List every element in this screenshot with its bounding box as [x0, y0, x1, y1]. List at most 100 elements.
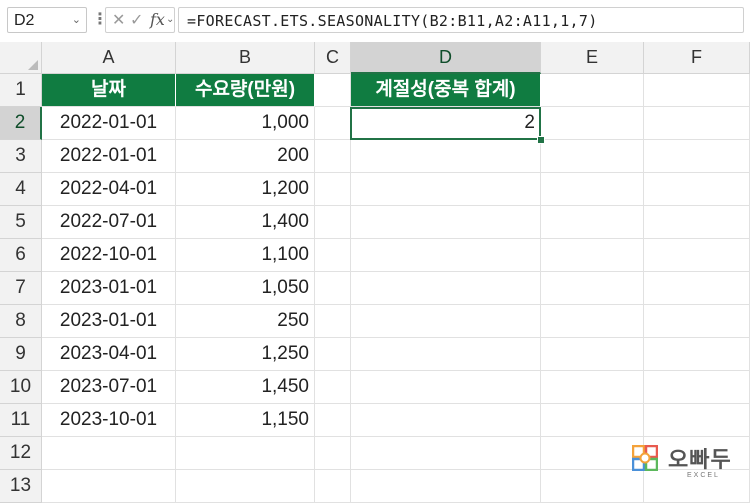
demand-cell[interactable]: 1,200	[176, 173, 315, 206]
row-header-13[interactable]: 13	[0, 470, 42, 503]
cell[interactable]	[541, 173, 644, 206]
cell[interactable]	[541, 206, 644, 239]
cell[interactable]	[315, 470, 351, 503]
cell[interactable]	[541, 140, 644, 173]
column-header-f[interactable]: F	[644, 42, 750, 74]
row-header-7[interactable]: 7	[0, 272, 42, 305]
cell[interactable]	[351, 371, 541, 404]
cell[interactable]	[541, 404, 644, 437]
demand-cell[interactable]: 1,450	[176, 371, 315, 404]
cell[interactable]	[351, 305, 541, 338]
row-header-10[interactable]: 10	[0, 371, 42, 404]
cell[interactable]	[541, 272, 644, 305]
cell[interactable]	[644, 305, 750, 338]
cell[interactable]	[351, 173, 541, 206]
cell[interactable]	[351, 338, 541, 371]
row-header-5[interactable]: 5	[0, 206, 42, 239]
cell[interactable]	[351, 437, 541, 470]
header-cell-seasonality[interactable]: 계절성(중복 합계)	[351, 74, 541, 107]
date-cell[interactable]: 2023-04-01	[42, 338, 176, 371]
row-header-12[interactable]: 12	[0, 437, 42, 470]
cell[interactable]	[644, 239, 750, 272]
result-cell[interactable]: 2	[351, 107, 541, 140]
cell[interactable]	[644, 404, 750, 437]
date-cell[interactable]: 2022-04-01	[42, 173, 176, 206]
cell[interactable]	[541, 470, 644, 503]
date-cell[interactable]: 2022-07-01	[42, 206, 176, 239]
select-all-corner[interactable]	[0, 42, 42, 74]
cell[interactable]	[315, 305, 351, 338]
date-cell[interactable]: 2023-10-01	[42, 404, 176, 437]
column-header-d[interactable]: D	[351, 42, 541, 74]
row-header-9[interactable]: 9	[0, 338, 42, 371]
fill-handle[interactable]	[537, 136, 545, 144]
row-header-11[interactable]: 11	[0, 404, 42, 437]
cell[interactable]	[315, 173, 351, 206]
row-header-1[interactable]: 1	[0, 74, 42, 107]
name-box[interactable]: D2 ⌄	[7, 7, 87, 33]
cell[interactable]	[541, 239, 644, 272]
cell[interactable]	[351, 470, 541, 503]
cell[interactable]	[315, 239, 351, 272]
cell[interactable]	[644, 338, 750, 371]
cell[interactable]	[176, 470, 315, 503]
cell[interactable]	[315, 206, 351, 239]
date-cell[interactable]: 2023-07-01	[42, 371, 176, 404]
chevron-down-icon[interactable]: ⌄	[166, 14, 174, 25]
cell[interactable]	[644, 173, 750, 206]
column-header-e[interactable]: E	[541, 42, 644, 74]
cell[interactable]	[541, 74, 644, 107]
row-header-2[interactable]: 2	[0, 107, 42, 140]
row-header-8[interactable]: 8	[0, 305, 42, 338]
date-cell[interactable]: 2023-01-01	[42, 305, 176, 338]
cell[interactable]	[351, 404, 541, 437]
cell[interactable]	[315, 371, 351, 404]
demand-cell[interactable]: 1,000	[176, 107, 315, 140]
confirm-icon[interactable]: ✓	[130, 10, 143, 30]
cell[interactable]	[541, 107, 644, 140]
cell[interactable]	[315, 107, 351, 140]
header-cell-date[interactable]: 날짜	[42, 74, 176, 107]
cell[interactable]	[351, 272, 541, 305]
row-header-4[interactable]: 4	[0, 173, 42, 206]
row-header-3[interactable]: 3	[0, 140, 42, 173]
cell[interactable]	[315, 338, 351, 371]
demand-cell[interactable]: 200	[176, 140, 315, 173]
formula-input[interactable]: =FORECAST.ETS.SEASONALITY(B2:B11,A2:A11,…	[178, 7, 744, 33]
cell[interactable]	[644, 74, 750, 107]
cell[interactable]	[644, 371, 750, 404]
column-header-b[interactable]: B	[176, 42, 315, 74]
cell[interactable]	[315, 437, 351, 470]
cell[interactable]	[315, 140, 351, 173]
demand-cell[interactable]: 1,250	[176, 338, 315, 371]
cell[interactable]	[351, 206, 541, 239]
cell[interactable]	[315, 272, 351, 305]
column-header-c[interactable]: C	[315, 42, 351, 74]
cell[interactable]	[42, 470, 176, 503]
cell[interactable]	[541, 338, 644, 371]
cell[interactable]	[315, 74, 351, 107]
date-cell[interactable]: 2022-01-01	[42, 107, 176, 140]
date-cell[interactable]: 2022-10-01	[42, 239, 176, 272]
header-cell-demand[interactable]: 수요량(만원)	[176, 74, 315, 107]
cell[interactable]	[541, 437, 644, 470]
cell[interactable]	[644, 140, 750, 173]
date-cell[interactable]: 2023-01-01	[42, 272, 176, 305]
cell[interactable]	[351, 239, 541, 272]
cell[interactable]	[644, 206, 750, 239]
chevron-down-icon[interactable]: ⌄	[72, 13, 81, 26]
insert-function-icon[interactable]: fx	[150, 10, 165, 29]
cell[interactable]	[315, 404, 351, 437]
cell[interactable]	[176, 437, 315, 470]
cell[interactable]	[644, 107, 750, 140]
demand-cell[interactable]: 250	[176, 305, 315, 338]
demand-cell[interactable]: 1,400	[176, 206, 315, 239]
cell[interactable]	[644, 272, 750, 305]
cell[interactable]	[541, 371, 644, 404]
demand-cell[interactable]: 1,150	[176, 404, 315, 437]
row-header-6[interactable]: 6	[0, 239, 42, 272]
demand-cell[interactable]: 1,050	[176, 272, 315, 305]
column-header-a[interactable]: A	[42, 42, 176, 74]
cell[interactable]	[541, 305, 644, 338]
cell[interactable]	[351, 140, 541, 173]
